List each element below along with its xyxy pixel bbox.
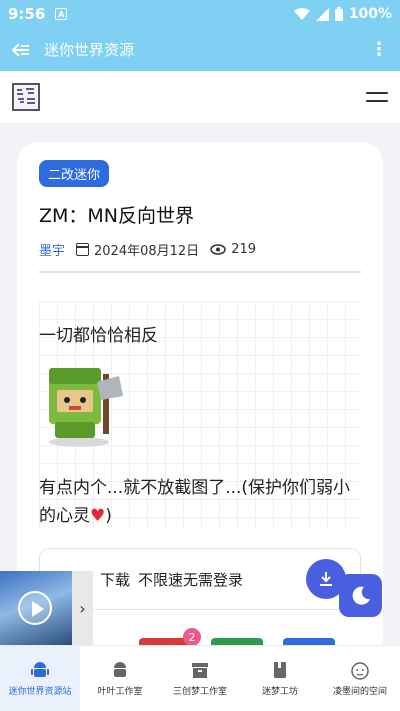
download-icon (320, 572, 332, 586)
notification-icon: A (55, 8, 68, 20)
nav-label: 迷梦工坊 (261, 687, 298, 697)
floating-video[interactable]: › (0, 571, 93, 645)
post-title: ZM：MN反向世界 (39, 205, 195, 227)
moon-icon (352, 586, 370, 605)
battery-percent: 100% (348, 6, 392, 22)
nav-item-yeye-studio[interactable]: 叶叶工作室 (80, 646, 160, 711)
archive-icon (190, 660, 210, 680)
post-author[interactable]: 墨宇 (39, 240, 65, 259)
status-right: 100% (293, 6, 392, 22)
app-title: 迷你世界资源 (44, 41, 135, 59)
category-tag[interactable]: 二改迷你 (39, 160, 110, 187)
face-icon (350, 660, 370, 680)
count-badge: 2 (183, 628, 201, 646)
download-label: 下载 (100, 570, 131, 589)
nav-label: 三创梦工作室 (172, 687, 227, 697)
nav-label: 迷你世界资源站 (8, 687, 72, 697)
post-date: 2024年08月12日 (94, 244, 200, 259)
paragraph-2-text: 有点内个...就不放截图了...(保护你们弱小的心灵 (39, 478, 351, 526)
nav-item-mimeng-workshop[interactable]: 迷梦工坊 (240, 646, 320, 711)
paragraph-1: 一切都恰恰相反 (39, 326, 158, 346)
bottom-nav: 迷你世界资源站 叶叶工作室 三创梦工作室 迷梦工坊 凌墨间的空间 (0, 645, 400, 711)
dark-mode-toggle[interactable] (339, 574, 382, 617)
signal-icon (315, 7, 329, 21)
paragraph-2-end: ) (105, 506, 112, 526)
site-header (0, 71, 400, 123)
post-content: 一切都恰恰相反 有点内个...就不放截图了...(保护你们弱小的心灵♥) (39, 301, 361, 530)
back-arrow-icon[interactable] (12, 42, 30, 57)
wifi-icon (293, 8, 310, 20)
book-icon (270, 660, 290, 680)
post-meta: 墨宇 2024年08月12日 219 (39, 240, 361, 259)
post-views: 219 (231, 242, 257, 257)
download-desc: 不限速无需登录 (138, 570, 244, 589)
status-time: 9:56 (8, 5, 46, 23)
app-bar: 迷你世界资源 ⋮ (0, 28, 400, 71)
nav-item-sanchuangmeng-studio[interactable]: 三创梦工作室 (160, 646, 240, 711)
more-vert-icon[interactable]: ⋮ (370, 39, 388, 60)
hamburger-icon[interactable] (366, 92, 388, 102)
nav-label: 叶叶工作室 (97, 687, 143, 697)
download-text: 下载 不限速无需登录 (100, 569, 243, 590)
site-logo[interactable] (12, 83, 40, 111)
divider (39, 271, 361, 273)
video-thumbnail[interactable] (0, 571, 72, 645)
nav-label: 凌墨间的空间 (332, 687, 387, 697)
battery-icon (334, 7, 343, 21)
nav-item-resource-site[interactable]: 迷你世界资源站 (0, 646, 80, 711)
heart-emoji: ♥ (90, 506, 106, 526)
mascot-image (39, 360, 131, 450)
eye-icon (210, 244, 226, 255)
paragraph-2: 有点内个...就不放截图了...(保护你们弱小的心灵♥) (39, 474, 361, 530)
status-bar: 9:56 A 100% (0, 0, 400, 28)
android-icon (110, 660, 130, 680)
nav-item-lingmo-space[interactable]: 凌墨间的空间 (320, 646, 400, 711)
chevron-right-icon[interactable]: › (72, 571, 93, 645)
calendar-icon (76, 243, 90, 256)
play-icon[interactable] (18, 591, 52, 625)
android-icon (30, 660, 50, 680)
